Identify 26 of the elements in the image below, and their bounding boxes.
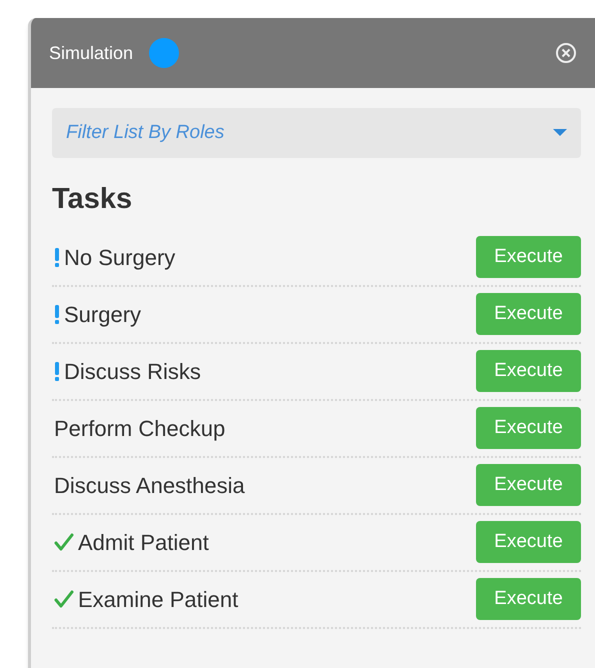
execute-button[interactable]: Execute — [476, 521, 581, 563]
exclamation-icon — [54, 304, 60, 324]
filter-placeholder: Filter List By Roles — [66, 120, 224, 145]
task-label: No Surgery — [64, 244, 176, 272]
section-title: Tasks — [52, 182, 134, 217]
checkmark-icon — [54, 590, 74, 608]
task-label: Discuss Anesthesia — [54, 472, 245, 500]
close-button[interactable] — [555, 42, 577, 64]
task-label: Admit Patient — [78, 528, 209, 556]
filter-dropdown[interactable]: Filter List By Roles — [52, 108, 581, 158]
execute-button[interactable]: Execute — [476, 236, 581, 278]
execute-button[interactable]: Execute — [476, 407, 581, 449]
exclamation-icon — [54, 361, 60, 381]
task-label: Perform Checkup — [54, 414, 226, 443]
execute-button[interactable]: Execute — [476, 578, 581, 620]
task-label: Examine Patient — [78, 586, 238, 614]
caret-icon — [553, 129, 567, 137]
checkmark-icon — [54, 533, 74, 551]
task-label: Surgery — [64, 300, 142, 329]
panel-title: Simulation — [49, 42, 134, 64]
execute-button[interactable]: Execute — [476, 350, 581, 392]
exclamation-icon — [54, 247, 60, 267]
task-label: Discuss Risks — [64, 358, 201, 386]
execute-button[interactable]: Execute — [476, 293, 581, 335]
execute-button[interactable]: Execute — [476, 464, 581, 506]
close-icon — [555, 42, 577, 64]
